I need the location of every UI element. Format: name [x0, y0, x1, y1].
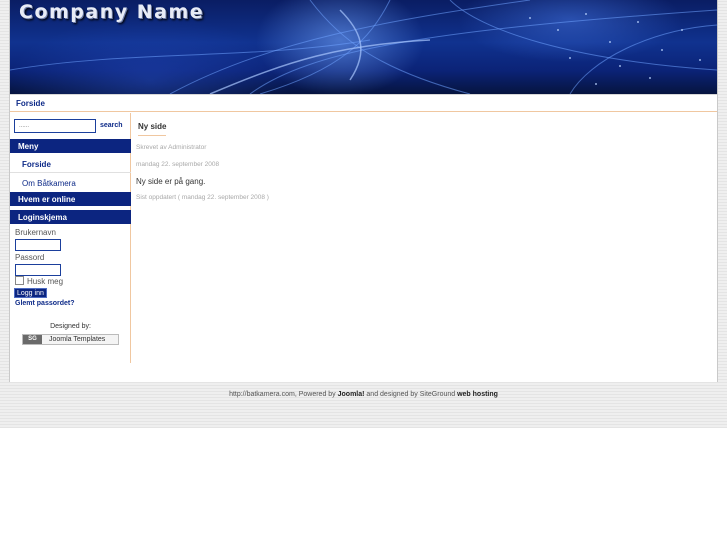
- menu-title: Meny: [10, 139, 131, 153]
- title-underline: [138, 135, 166, 136]
- search-button[interactable]: search: [100, 122, 123, 129]
- designed-by-label: Designed by:: [50, 323, 91, 330]
- article-date: mandag 22. september 2008: [136, 161, 220, 168]
- site-logo[interactable]: Company Name: [19, 1, 204, 23]
- who-online-title: Hvem er online: [10, 192, 131, 206]
- footer-prefix: http://batkamera.com, Powered by: [229, 391, 338, 398]
- article-title: Ny side: [138, 122, 167, 131]
- remember-checkbox[interactable]: [15, 276, 24, 285]
- siteground-logo-icon: SG: [23, 335, 42, 344]
- search-input[interactable]: [14, 119, 96, 133]
- article-author: Skrevet av Administrator: [136, 144, 207, 151]
- breadcrumb: Forside: [10, 94, 717, 112]
- sidebar: search Meny Forside Om Båtkamera Hvem er…: [10, 113, 131, 363]
- joomla-templates-badge[interactable]: SG Joomla Templates: [22, 334, 119, 345]
- footer: http://batkamera.com, Powered by Joomla!…: [0, 391, 727, 398]
- login-title: Loginskjema: [10, 210, 131, 224]
- article-body: Ny side er på gang.: [136, 177, 206, 186]
- page-wrapper: Company Name Forside search Meny Forside…: [9, 0, 718, 382]
- main-content: Ny side Skrevet av Administrator mandag …: [132, 113, 717, 363]
- sidebar-item-forside[interactable]: Forside: [10, 155, 131, 173]
- header-banner: Company Name: [10, 0, 717, 94]
- username-label: Brukernavn: [15, 228, 56, 237]
- joomla-link[interactable]: Joomla!: [338, 391, 365, 398]
- password-label: Passord: [15, 253, 45, 262]
- web-hosting-link[interactable]: web hosting: [457, 391, 498, 398]
- sidebar-item-om-batkamera[interactable]: Om Båtkamera: [10, 174, 131, 192]
- footer-middle: and designed by SiteGround: [364, 391, 458, 398]
- username-field[interactable]: [15, 239, 61, 251]
- article-updated: Sist oppdatert ( mandag 22. september 20…: [136, 194, 269, 201]
- badge-text: Joomla Templates: [49, 336, 106, 343]
- password-field[interactable]: [15, 264, 61, 276]
- breadcrumb-current: Forside: [16, 99, 45, 108]
- login-button[interactable]: Logg inn: [14, 288, 47, 298]
- remember-label: Husk meg: [27, 277, 64, 286]
- forgot-password-link[interactable]: Glemt passordet?: [15, 300, 75, 307]
